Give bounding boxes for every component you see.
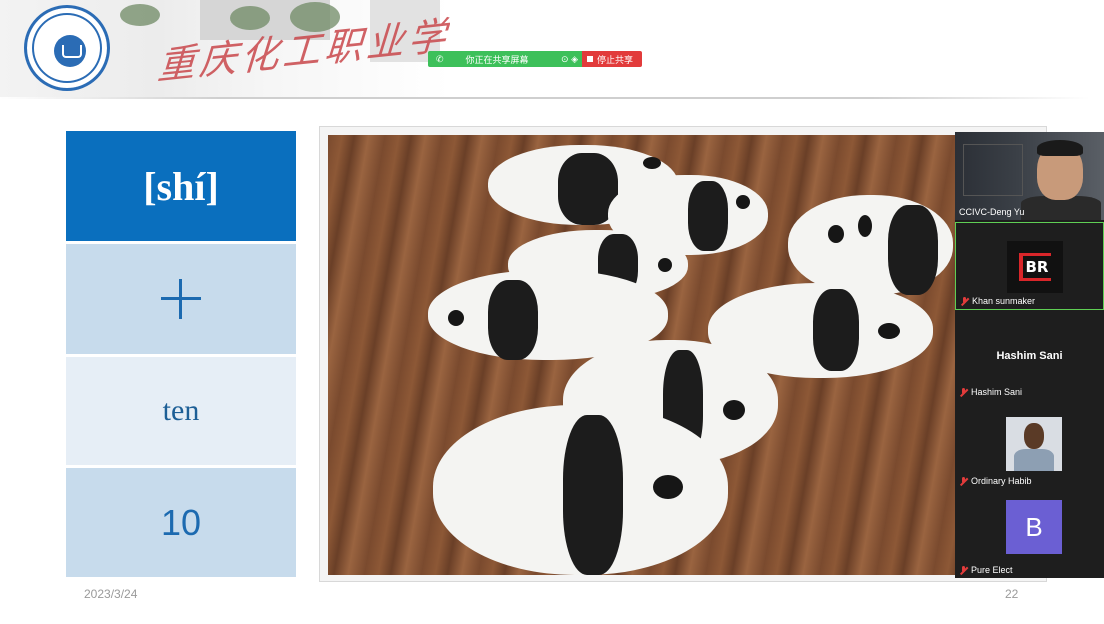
- participant-display-name: Hashim Sani: [996, 350, 1063, 362]
- participant-tile[interactable]: BR Khan sunmaker: [955, 222, 1104, 310]
- slide-header: 重庆化工职业学院: [0, 0, 1104, 100]
- phone-icon: ✆: [436, 53, 444, 64]
- mic-muted-icon: [959, 476, 968, 486]
- participant-name: Khan sunmaker: [960, 296, 1035, 306]
- mic-muted-icon: [959, 387, 968, 397]
- participants-panel: CCIVC-Deng Yu BR Khan sunmaker Hashim Sa…: [955, 132, 1104, 578]
- avatar: B: [1006, 500, 1062, 554]
- panda-photo-frame: [319, 126, 1047, 582]
- participant-tile[interactable]: CCIVC-Deng Yu: [955, 132, 1104, 220]
- participant-name: CCIVC-Deng Yu: [959, 207, 1025, 217]
- hanzi-character-ten: [161, 279, 201, 319]
- pinyin-text: [shí]: [143, 163, 219, 209]
- sharing-status-label: 你正在共享屏幕: [465, 54, 529, 65]
- participant-tile[interactable]: Ordinary Habib: [955, 401, 1104, 489]
- pinyin-card: [shí]: [66, 131, 296, 241]
- avatar: BR: [1007, 241, 1063, 293]
- participant-name: Pure Elect: [959, 565, 1013, 575]
- avatar: [1006, 417, 1062, 471]
- panda-cubs-photo: [328, 135, 1038, 575]
- hanzi-card: [66, 244, 296, 354]
- sharing-status[interactable]: ✆ 你正在共享屏幕 ⊙ ◈: [428, 51, 582, 67]
- mic-muted-icon: [959, 565, 968, 575]
- stop-sharing-button[interactable]: 停止共享: [582, 51, 642, 67]
- college-logo: [24, 5, 110, 91]
- slide-date: 2023/3/24: [84, 587, 138, 601]
- english-card: ten: [66, 357, 296, 465]
- header-divider: [0, 97, 1090, 99]
- participant-tile[interactable]: Hashim Sani Hashim Sani: [955, 312, 1104, 400]
- participant-name: Ordinary Habib: [959, 476, 1032, 486]
- participant-tile[interactable]: B Pure Elect: [955, 490, 1104, 578]
- campus-banner-image: 重庆化工职业学院: [0, 0, 450, 97]
- number-card: 10: [66, 468, 296, 577]
- mic-muted-icon: [960, 296, 969, 306]
- english-word: ten: [162, 394, 200, 427]
- stop-icon: [587, 56, 593, 62]
- shield-icon: ⊙ ◈: [561, 53, 578, 64]
- participant-name: Hashim Sani: [959, 387, 1022, 397]
- screen-share-bar: ✆ 你正在共享屏幕 ⊙ ◈ 停止共享: [428, 51, 642, 67]
- slide-page-number: 22: [1005, 587, 1019, 601]
- numeral: 10: [160, 501, 202, 543]
- stop-sharing-label: 停止共享: [597, 54, 634, 65]
